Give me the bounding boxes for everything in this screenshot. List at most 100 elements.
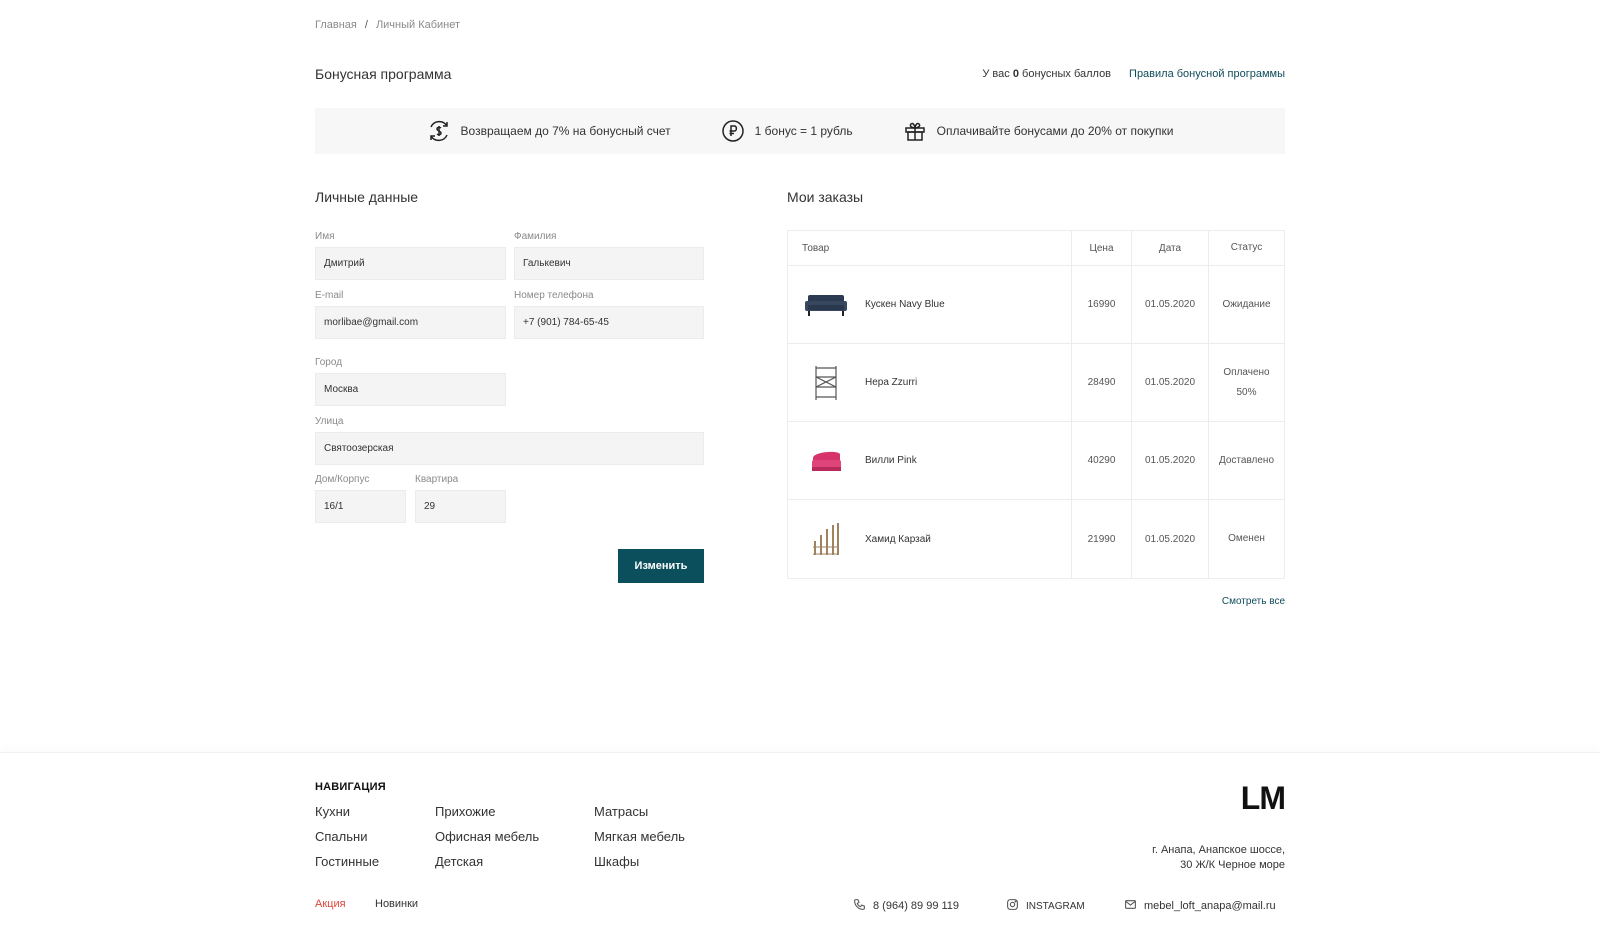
footer-nav-bedrooms[interactable]: Спальни	[315, 829, 367, 844]
table-row[interactable]: Вилли Pink 40290 01.05.2020 Доставлено	[788, 422, 1284, 500]
instagram-icon	[1006, 898, 1019, 914]
bonus-feature-ruble: 1 бонус = 1 рубль	[721, 119, 853, 143]
apartment-label: Квартира	[415, 474, 459, 485]
bonus-info: У вас 0 бонусных баллов Правила бонусной…	[982, 68, 1285, 80]
bonus-rules-link[interactable]: Правила бонусной программы	[1129, 68, 1285, 80]
wood-rack-icon	[802, 519, 850, 559]
footer-nav-mattresses[interactable]: Матрасы	[594, 804, 648, 819]
pink-sofa-icon	[802, 441, 850, 481]
order-product-name[interactable]: Вилли Pink	[865, 455, 917, 466]
order-product-cell: Хамид Карзай	[788, 500, 1072, 578]
footer-nav-kids[interactable]: Детская	[435, 854, 483, 869]
order-product-name[interactable]: Нера Zzurri	[865, 377, 917, 388]
bonus-balance-suffix: бонусных баллов	[1022, 68, 1112, 80]
order-status: Оплачено 50%	[1223, 366, 1270, 398]
order-price: 16990	[1072, 266, 1132, 343]
shelf-icon	[802, 363, 850, 403]
order-product-name[interactable]: Хамид Карзай	[865, 534, 931, 545]
order-status: Доставлено	[1218, 454, 1275, 466]
edit-profile-button[interactable]: Изменить	[618, 549, 704, 583]
footer-email[interactable]: mebel_loft_anapa@mail.ru	[1124, 898, 1276, 914]
phone-icon	[853, 898, 866, 914]
orders-table: Товар Цена Дата Статус Кускен Navy Blue …	[787, 230, 1285, 579]
logo[interactable]: LM	[1241, 780, 1286, 817]
footer-nav-kitchens[interactable]: Кухни	[315, 804, 350, 819]
order-price: 40290	[1072, 422, 1132, 499]
order-date: 01.05.2020	[1132, 500, 1209, 578]
see-all-orders-link[interactable]: Смотреть все	[1222, 596, 1285, 607]
apartment-input[interactable]	[415, 490, 506, 523]
footer-instagram[interactable]: INSTAGRAM	[1006, 898, 1085, 914]
column-header-price: Цена	[1072, 231, 1132, 265]
breadcrumb-separator: /	[364, 19, 368, 31]
order-status: Оменен	[1228, 533, 1265, 544]
bonus-balance: У вас 0 бонусных баллов	[982, 68, 1111, 80]
table-row[interactable]: Хамид Карзай 21990 01.05.2020 Оменен	[788, 500, 1284, 578]
email-label: E-mail	[315, 290, 344, 301]
bonus-features-strip: Возвращаем до 7% на бонусный счет 1 бону…	[315, 108, 1285, 154]
footer-nav-hallways[interactable]: Прихожие	[435, 804, 495, 819]
mail-icon	[1124, 898, 1137, 914]
bonus-feature-cashback: Возвращаем до 7% на бонусный счет	[427, 119, 671, 143]
street-label: Улица	[315, 416, 344, 427]
last-name-label: Фамилия	[514, 231, 557, 242]
orders-title: Мои заказы	[787, 189, 864, 205]
first-name-input[interactable]	[315, 247, 506, 280]
ruble-icon	[721, 119, 745, 143]
order-date: 01.05.2020	[1132, 344, 1209, 421]
street-input[interactable]	[315, 432, 704, 465]
order-product-cell: Нера Zzurri	[788, 344, 1072, 421]
cashback-icon	[427, 119, 451, 143]
order-status: Ожидание	[1222, 298, 1271, 310]
phone-input[interactable]	[514, 306, 704, 339]
last-name-input[interactable]	[514, 247, 704, 280]
order-price: 21990	[1072, 500, 1132, 578]
phone-label: Номер телефона	[514, 290, 594, 301]
bonus-feature-gift: Оплачивайте бонусами до 20% от покупки	[903, 119, 1174, 143]
address-line-2: 30 Ж/К Черное море	[1180, 859, 1285, 871]
order-product-cell: Вилли Pink	[788, 422, 1072, 499]
footer-nav-soft-furniture[interactable]: Мягкая мебель	[594, 829, 685, 844]
order-product-name[interactable]: Кускен Navy Blue	[865, 299, 945, 310]
column-header-product: Товар	[788, 231, 1072, 265]
orders-table-header: Товар Цена Дата Статус	[788, 231, 1284, 266]
footer-nav-office[interactable]: Офисная мебель	[435, 829, 539, 844]
bonus-title: Бонусная программа	[315, 66, 452, 82]
house-label: Дом/Корпус	[315, 474, 370, 485]
footer-promo-link[interactable]: Акция	[315, 898, 346, 910]
table-row[interactable]: Кускен Navy Blue 16990 01.05.2020 Ожидан…	[788, 266, 1284, 344]
footer-nav-wardrobes[interactable]: Шкафы	[594, 854, 639, 869]
footer-instagram-text: INSTAGRAM	[1026, 900, 1085, 912]
table-row[interactable]: Нера Zzurri 28490 01.05.2020 Оплачено 50…	[788, 344, 1284, 422]
order-price: 28490	[1072, 344, 1132, 421]
bonus-header: Бонусная программа У вас 0 бонусных балл…	[315, 66, 1285, 82]
breadcrumb: Главная / Личный Кабинет	[315, 19, 460, 31]
bonus-balance-prefix: У вас	[982, 68, 1010, 80]
footer-nav-living-rooms[interactable]: Гостинные	[315, 854, 379, 869]
breadcrumb-home[interactable]: Главная	[315, 19, 357, 31]
bonus-balance-value: 0	[1012, 68, 1019, 80]
gift-icon	[903, 119, 927, 143]
footer	[0, 752, 1600, 934]
city-input[interactable]	[315, 373, 506, 406]
column-header-date: Дата	[1132, 231, 1209, 265]
order-product-cell: Кускен Navy Blue	[788, 266, 1072, 343]
first-name-label: Имя	[315, 231, 335, 242]
breadcrumb-current: Личный Кабинет	[375, 19, 461, 31]
personal-data-title: Личные данные	[315, 189, 419, 205]
city-label: Город	[315, 357, 343, 368]
order-date: 01.05.2020	[1132, 266, 1209, 343]
footer-phone[interactable]: 8 (964) 89 99 119	[853, 898, 959, 914]
bonus-feature-text: Оплачивайте бонусами до 20% от покупки	[936, 124, 1174, 138]
footer-phone-text: 8 (964) 89 99 119	[873, 900, 960, 912]
footer-address: г. Анапа, Анапское шоссе, 30 Ж/К Черное …	[1152, 843, 1285, 873]
house-input[interactable]	[315, 490, 406, 523]
footer-new-link[interactable]: Новинки	[375, 898, 418, 910]
bonus-feature-text: Возвращаем до 7% на бонусный счет	[460, 124, 671, 138]
email-input[interactable]	[315, 306, 506, 339]
address-line-1: г. Анапа, Анапское шоссе,	[1152, 844, 1285, 856]
order-date: 01.05.2020	[1132, 422, 1209, 499]
footer-nav-title: НАВИГАЦИЯ	[315, 781, 386, 793]
sofa-navy-icon	[802, 285, 850, 325]
footer-email-text: mebel_loft_anapa@mail.ru	[1144, 900, 1276, 912]
